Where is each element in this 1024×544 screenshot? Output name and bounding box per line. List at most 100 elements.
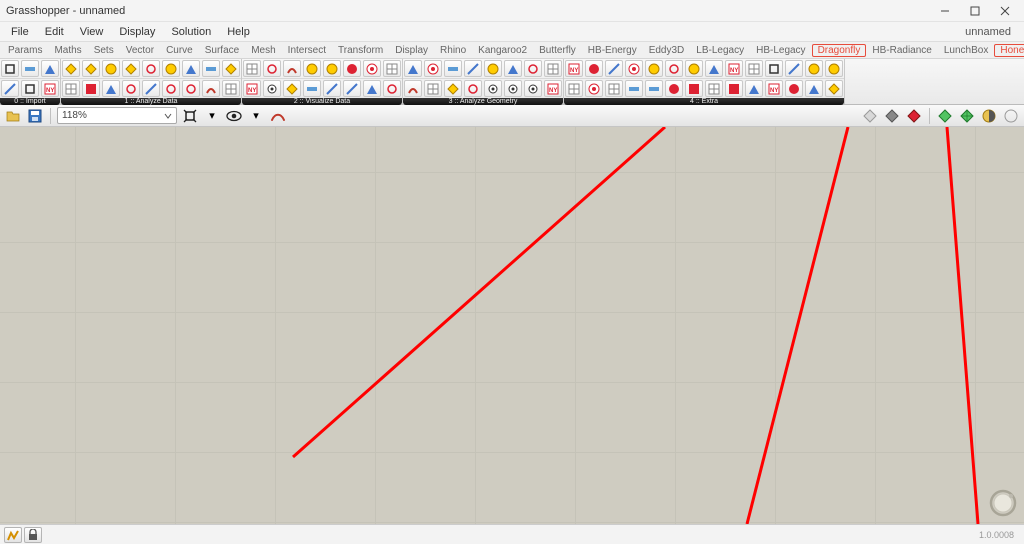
component-button[interactable] — [625, 60, 643, 77]
component-button[interactable] — [785, 80, 803, 97]
grasshopper-canvas[interactable] — [0, 127, 1024, 524]
tab-lunchbox[interactable]: LunchBox — [938, 44, 994, 57]
component-button[interactable] — [605, 80, 623, 97]
minimize-button[interactable] — [930, 0, 960, 21]
tab-params[interactable]: Params — [2, 44, 48, 57]
component-button[interactable] — [745, 60, 763, 77]
tab-dragonfly[interactable]: Dragonfly — [812, 44, 867, 57]
component-button[interactable] — [464, 80, 482, 97]
component-button[interactable] — [102, 60, 120, 77]
component-button[interactable]: NY — [765, 80, 783, 97]
preview-off-button[interactable] — [861, 107, 879, 125]
component-button[interactable] — [444, 80, 462, 97]
component-button[interactable] — [645, 80, 663, 97]
preview-wire-button[interactable] — [883, 107, 901, 125]
component-button[interactable] — [263, 60, 281, 77]
component-button[interactable] — [343, 60, 361, 77]
compass-icon[interactable] — [988, 488, 1018, 518]
sketch-button[interactable] — [269, 107, 287, 125]
component-button[interactable] — [363, 60, 381, 77]
component-button[interactable] — [102, 80, 120, 97]
component-button[interactable] — [62, 60, 80, 77]
component-button[interactable] — [504, 80, 522, 97]
component-button[interactable] — [182, 60, 200, 77]
component-button[interactable] — [464, 60, 482, 77]
menu-help[interactable]: Help — [219, 24, 258, 40]
component-button[interactable] — [363, 80, 381, 97]
tab-hbenergy[interactable]: HB-Energy — [582, 44, 643, 57]
component-button[interactable] — [765, 60, 783, 77]
tab-intersect[interactable]: Intersect — [282, 44, 332, 57]
tab-hblegacy[interactable]: HB-Legacy — [750, 44, 811, 57]
zoom-combobox[interactable]: 118% — [57, 107, 177, 124]
component-button[interactable] — [404, 80, 422, 97]
menu-solution[interactable]: Solution — [163, 24, 219, 40]
component-button[interactable] — [424, 60, 442, 77]
component-button[interactable]: NY — [243, 80, 261, 97]
component-button[interactable] — [1, 80, 19, 97]
component-button[interactable] — [665, 80, 683, 97]
component-button[interactable] — [504, 60, 522, 77]
document-preview-button[interactable] — [1002, 107, 1020, 125]
component-button[interactable] — [685, 80, 703, 97]
close-button[interactable] — [990, 0, 1020, 21]
component-button[interactable] — [585, 80, 603, 97]
component-button[interactable] — [544, 60, 562, 77]
preview-shade-button[interactable] — [905, 107, 923, 125]
component-button[interactable] — [202, 80, 220, 97]
tab-lblegacy[interactable]: LB-Legacy — [690, 44, 750, 57]
component-button[interactable] — [383, 60, 401, 77]
menu-file[interactable]: File — [3, 24, 37, 40]
component-button[interactable] — [383, 80, 401, 97]
component-button[interactable] — [565, 80, 583, 97]
preview-mesh-button[interactable] — [958, 107, 976, 125]
component-button[interactable] — [825, 80, 843, 97]
tab-vector[interactable]: Vector — [120, 44, 160, 57]
menu-display[interactable]: Display — [111, 24, 163, 40]
tab-maths[interactable]: Maths — [48, 44, 87, 57]
component-button[interactable] — [243, 60, 261, 77]
component-button[interactable] — [283, 80, 301, 97]
component-button[interactable] — [82, 60, 100, 77]
component-button[interactable] — [484, 80, 502, 97]
named-views-button[interactable]: ▾ — [203, 107, 221, 125]
component-button[interactable] — [162, 60, 180, 77]
mcx-button[interactable] — [4, 527, 22, 543]
component-button[interactable] — [323, 60, 341, 77]
component-button[interactable]: NY — [41, 80, 59, 97]
component-button[interactable] — [222, 60, 240, 77]
component-button[interactable] — [122, 80, 140, 97]
tab-curve[interactable]: Curve — [160, 44, 199, 57]
open-file-button[interactable] — [4, 107, 22, 125]
menu-edit[interactable]: Edit — [37, 24, 72, 40]
component-button[interactable] — [625, 80, 643, 97]
component-button[interactable] — [182, 80, 200, 97]
preview-settings-button[interactable] — [980, 107, 998, 125]
component-button[interactable] — [745, 80, 763, 97]
tab-transform[interactable]: Transform — [332, 44, 389, 57]
component-button[interactable] — [444, 60, 462, 77]
component-button[interactable] — [404, 60, 422, 77]
component-button[interactable] — [484, 60, 502, 77]
tab-display[interactable]: Display — [389, 44, 434, 57]
component-button[interactable] — [685, 60, 703, 77]
component-button[interactable]: NY — [725, 60, 743, 77]
menu-view[interactable]: View — [72, 24, 112, 40]
tab-sets[interactable]: Sets — [88, 44, 120, 57]
preview-selected-button[interactable] — [936, 107, 954, 125]
component-button[interactable] — [705, 60, 723, 77]
component-button[interactable] — [323, 80, 341, 97]
preview-eye-button[interactable] — [225, 107, 243, 125]
component-button[interactable] — [785, 60, 803, 77]
component-button[interactable] — [21, 60, 39, 77]
component-button[interactable] — [705, 80, 723, 97]
component-button[interactable] — [222, 80, 240, 97]
component-button[interactable] — [41, 60, 59, 77]
component-button[interactable] — [585, 60, 603, 77]
component-button[interactable] — [424, 80, 442, 97]
component-button[interactable] — [825, 60, 843, 77]
component-button[interactable] — [805, 80, 823, 97]
component-button[interactable] — [62, 80, 80, 97]
component-button[interactable] — [82, 80, 100, 97]
component-button[interactable] — [303, 80, 321, 97]
